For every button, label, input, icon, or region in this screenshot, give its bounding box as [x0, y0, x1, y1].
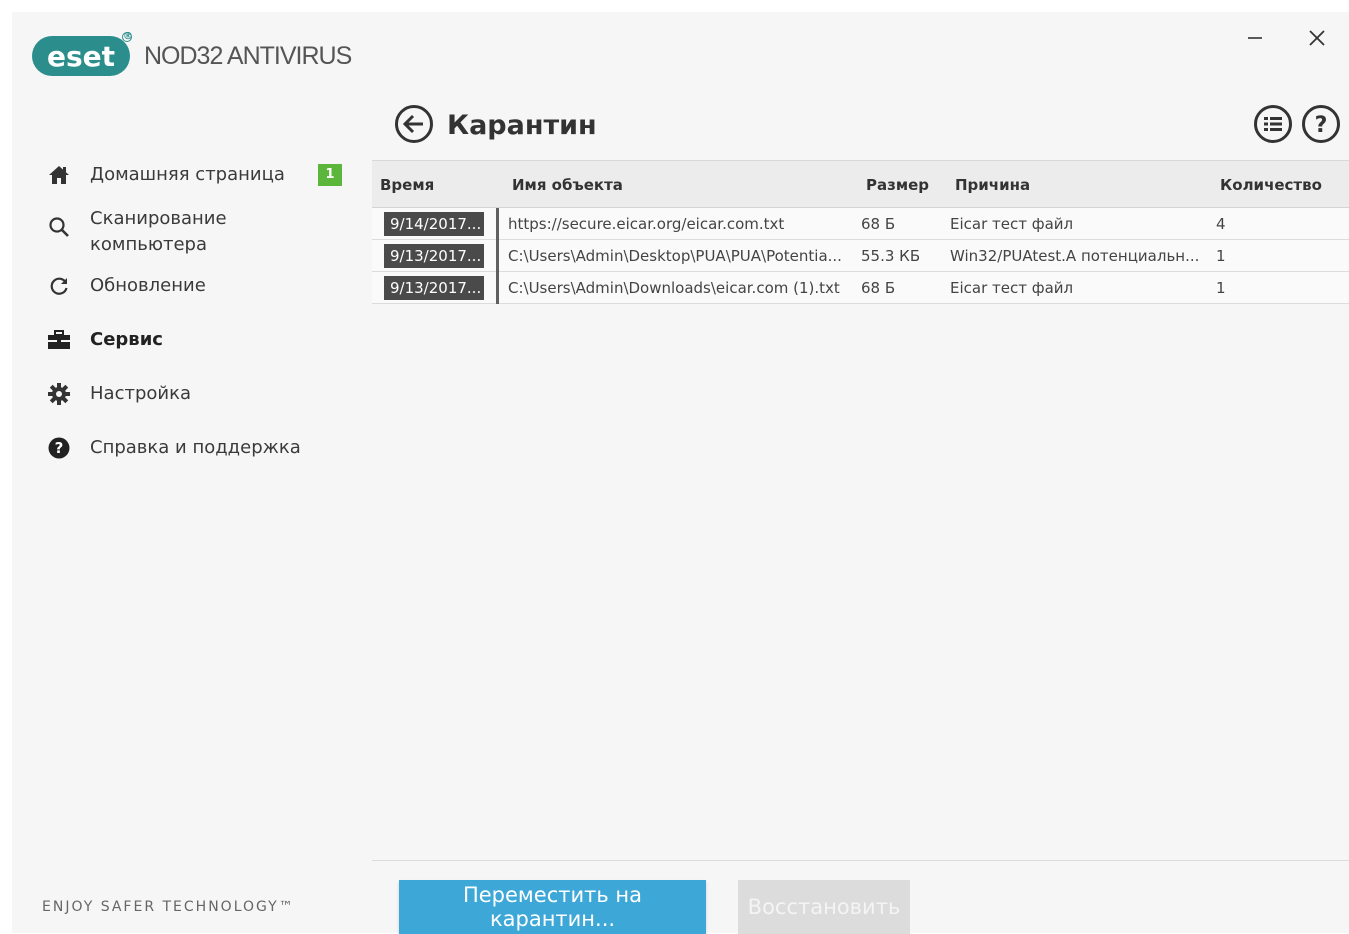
back-button[interactable] [394, 104, 434, 144]
sidebar-item-help[interactable]: ? Справка и поддержка [12, 435, 301, 461]
list-menu-button[interactable] [1253, 104, 1293, 144]
app-window: eset ® NOD32 ANTIVIRUS Домашняя страница… [12, 12, 1349, 934]
cell-size: 68 Б [861, 279, 896, 297]
cell-divider [496, 208, 499, 240]
eset-logo-text: eset [46, 39, 116, 73]
cell-count: 4 [1216, 215, 1226, 233]
sidebar-item-label: Обновление [90, 275, 206, 296]
column-header-name[interactable]: Имя объекта [512, 176, 623, 194]
home-icon [46, 162, 72, 188]
svg-text:?: ? [1315, 113, 1328, 138]
question-icon: ? [46, 435, 72, 461]
minimize-button[interactable] [1241, 24, 1269, 52]
sidebar-item-label: Настройка [90, 383, 191, 404]
sidebar-item-label: Сканирование компьютера [90, 208, 227, 255]
list-menu-icon [1254, 105, 1292, 143]
cell-time: 9/14/2017... [384, 212, 484, 236]
cell-size: 68 Б [861, 215, 896, 233]
registered-mark: ® [122, 31, 133, 42]
sidebar-item-tools[interactable]: Сервис [12, 327, 163, 353]
table-row[interactable]: 9/13/2017... C:\Users\Admin\Downloads\ei… [372, 272, 1349, 304]
cell-reason: Eicar тест файл [950, 279, 1074, 297]
table-row[interactable]: 9/13/2017... C:\Users\Admin\Desktop\PUA\… [372, 240, 1349, 272]
quarantine-table: Время Имя объекта Размер Причина Количес… [372, 160, 1349, 304]
close-button[interactable] [1303, 24, 1331, 52]
footer-divider [372, 860, 1349, 861]
eset-logo: eset ® [32, 32, 133, 76]
help-button[interactable]: ? [1301, 104, 1341, 144]
page-title: Карантин [447, 110, 597, 141]
cell-count: 1 [1216, 279, 1226, 297]
minimize-icon [1248, 37, 1262, 39]
app-logo: eset ® NOD32 ANTIVIRUS [32, 32, 352, 76]
sidebar-item-scan[interactable]: Сканирование компьютера [12, 206, 342, 258]
cell-reason: Eicar тест файл [950, 215, 1074, 233]
svg-text:?: ? [55, 439, 64, 457]
sidebar-item-label: Сервис [90, 329, 163, 350]
cell-reason: Win32/PUAtest.A потенциальн... [950, 247, 1200, 265]
table-header: Время Имя объекта Размер Причина Количес… [372, 160, 1349, 208]
sidebar-item-update[interactable]: Обновление [12, 273, 206, 299]
sidebar-item-settings[interactable]: Настройка [12, 381, 191, 407]
column-header-reason[interactable]: Причина [955, 176, 1030, 194]
column-header-count[interactable]: Количество [1220, 176, 1322, 194]
product-name: NOD32 ANTIVIRUS [144, 41, 352, 70]
restore-button[interactable]: Восстановить [738, 880, 910, 934]
sidebar-item-label: Справка и поддержка [90, 437, 301, 458]
cell-count: 1 [1216, 247, 1226, 265]
toolbox-icon [46, 327, 72, 353]
main-panel: Карантин ? Время Имя объекта Размер Прич… [372, 100, 1349, 934]
refresh-icon [46, 273, 72, 299]
column-header-time[interactable]: Время [380, 176, 434, 194]
notification-badge: 1 [318, 164, 342, 186]
close-icon [1309, 30, 1325, 46]
move-to-quarantine-button[interactable]: Переместить на карантин... [399, 880, 706, 934]
sidebar-item-label: Домашняя страница [90, 164, 285, 185]
cell-size: 55.3 КБ [861, 247, 921, 265]
help-icon: ? [1302, 105, 1340, 143]
gear-icon [46, 381, 72, 407]
cell-divider [496, 240, 499, 272]
cell-name: C:\Users\Admin\Downloads\eicar.com (1).t… [508, 279, 840, 297]
cell-time: 9/13/2017... [384, 244, 484, 268]
back-arrow-icon [395, 105, 433, 143]
cell-divider [496, 272, 499, 304]
search-icon [46, 214, 72, 240]
column-header-size[interactable]: Размер [866, 176, 929, 194]
cell-time: 9/13/2017... [384, 276, 484, 300]
cell-name: C:\Users\Admin\Desktop\PUA\PUA\Potentia.… [508, 247, 842, 265]
sidebar-item-home[interactable]: Домашняя страница 1 [12, 162, 342, 188]
table-row[interactable]: 9/14/2017... https://secure.eicar.org/ei… [372, 208, 1349, 240]
cell-name: https://secure.eicar.org/eicar.com.txt [508, 215, 785, 233]
tagline: ENJOY SAFER TECHNOLOGY™ [42, 899, 295, 915]
